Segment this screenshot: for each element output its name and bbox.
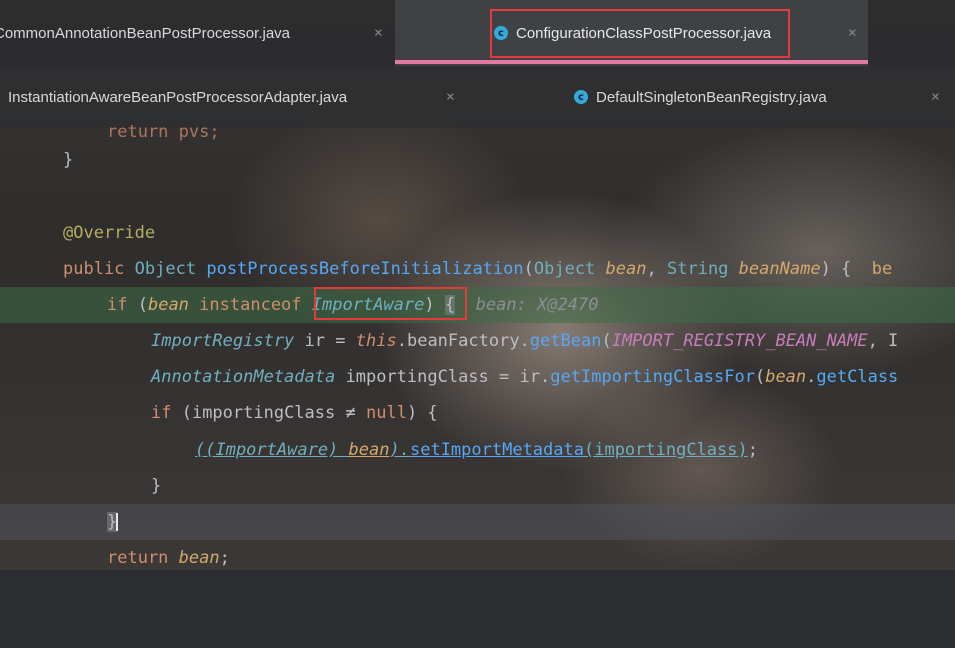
tab-common-annotation-bean-post-processor[interactable]: CommonAnnotationBeanPostProcessor.java × [0, 0, 395, 66]
highlight-box-importaware [314, 287, 467, 320]
method-name: setImportMetadata [409, 440, 584, 460]
close-icon[interactable]: × [931, 89, 940, 106]
close-icon[interactable]: × [848, 25, 857, 42]
close-icon[interactable]: × [446, 89, 455, 106]
constant-name: IMPORT_REGISTRY_BEAN_NAME [611, 331, 868, 351]
method-name: getClass [816, 367, 899, 387]
keyword: if [107, 295, 128, 315]
type-name: Object [533, 259, 596, 279]
code-editor[interactable]: return pvs; } @Override public Object po… [0, 122, 955, 570]
keyword: if [151, 403, 172, 423]
keyword: return [107, 548, 169, 568]
param-name: bean [178, 548, 220, 568]
code-line: ImportRegistry ir = this.beanFactory.get… [151, 331, 899, 351]
highlight-box-tab [490, 9, 790, 58]
method-name: getImportingClassFor [550, 367, 755, 387]
keyword: this [355, 331, 397, 351]
java-class-icon: c [574, 90, 588, 104]
type-name: AnnotationMetadata [151, 367, 336, 387]
param-name: bean [147, 295, 189, 315]
method-name: postProcessBeforeInitialization [206, 259, 524, 279]
tab-label: CommonAnnotationBeanPostProcessor.java [0, 24, 291, 42]
closing-brace: } [151, 476, 162, 496]
type-name: ImportRegistry [151, 331, 295, 351]
type-name: String [667, 259, 729, 279]
inline-hint: be [871, 259, 893, 279]
code-line: @Override [0, 215, 955, 251]
code-line: } [0, 468, 955, 504]
active-tab-indicator [395, 60, 868, 64]
code-line: ((ImportAware) bean).setImportMetadata(i… [195, 440, 758, 460]
debug-inline-value: bean: X@2470 [475, 295, 599, 315]
code-line: AnnotationMetadata importingClass = ir.g… [151, 367, 899, 387]
cast-expression: ((ImportAware) [195, 440, 349, 460]
tab-label: DefaultSingletonBeanRegistry.java [596, 88, 827, 106]
code-line-method-signature: public Object postProcessBeforeInitializ… [63, 259, 893, 279]
editor-tab-bar-row-1: CommonAnnotationBeanPostProcessor.java ×… [0, 0, 955, 66]
code-line: if (importingClass ≠ null) { [151, 403, 438, 423]
method-name: getBean [529, 331, 602, 351]
param-name: bean [605, 259, 647, 279]
code-line-current: } [0, 504, 955, 540]
param-name: bean [348, 440, 390, 460]
param-name: bean [765, 367, 807, 387]
code-line-execution-point: if (bean instanceof ImportAware) { bean:… [0, 287, 955, 323]
override-annotation: @Override [63, 223, 156, 243]
closing-brace: } [63, 150, 74, 170]
type-name: Object [134, 259, 197, 279]
code-line: } [0, 142, 955, 178]
param-name: beanName [738, 259, 821, 279]
keyword: public [63, 259, 125, 279]
keyword: null [365, 403, 407, 423]
close-icon[interactable]: × [374, 25, 383, 42]
keyword: instanceof [199, 295, 302, 315]
code-line: return bean; [107, 548, 230, 568]
text-cursor [116, 513, 119, 531]
tab-label: InstantiationAwareBeanPostProcessorAdapt… [8, 88, 348, 106]
operator: ≠ [345, 403, 356, 423]
